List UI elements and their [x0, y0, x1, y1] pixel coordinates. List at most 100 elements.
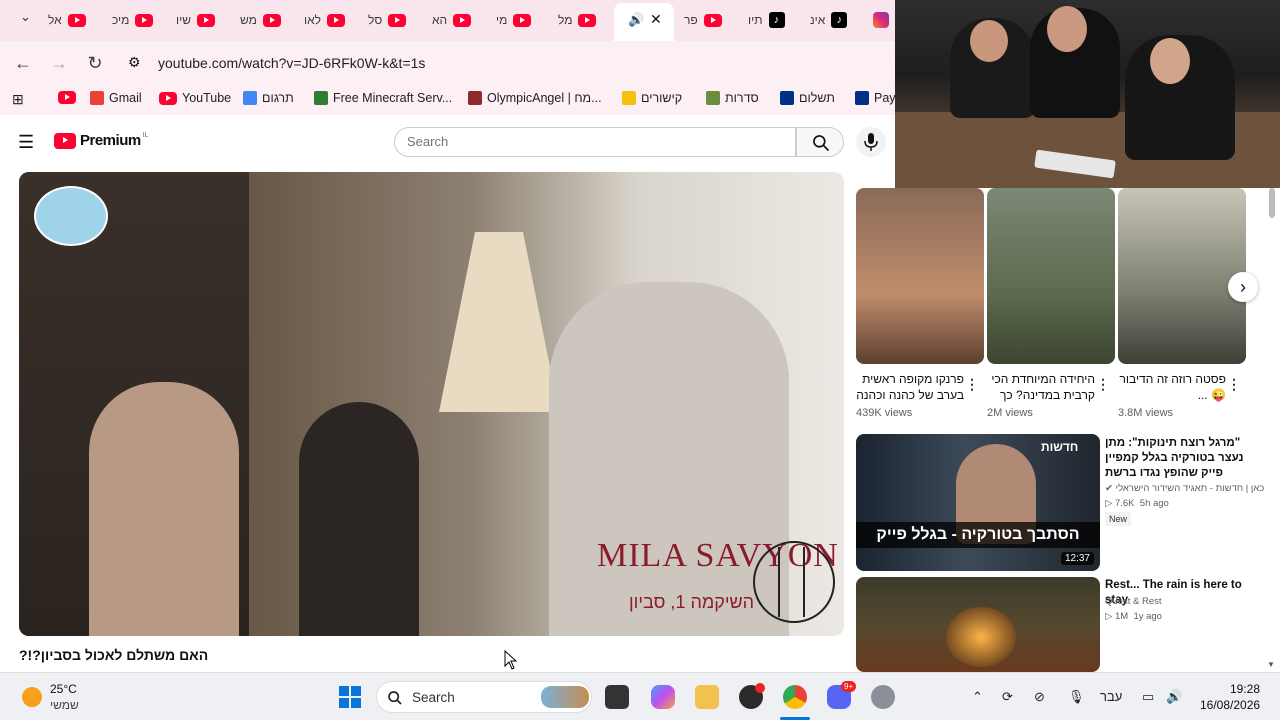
video-scene-person [89, 382, 239, 636]
voice-search-button[interactable] [856, 127, 886, 157]
forward-button[interactable]: → [47, 51, 71, 75]
short-title[interactable]: פרנקו מקופה ראשית בערב של כהנה וכהנה [856, 371, 964, 403]
recommended-stats: ▷ 1M 1y ago [1105, 611, 1162, 622]
bookmark-youtube-favicon[interactable] [58, 91, 76, 104]
back-button[interactable]: ← [11, 51, 35, 75]
bookmark-minecraft[interactable]: Free Minecraft Serv... [314, 91, 452, 105]
page-scrollbar-thumb[interactable] [1269, 188, 1275, 218]
search-box [394, 127, 796, 157]
bookmark-olympicangel[interactable]: OlympicAngel | מח... [468, 91, 602, 105]
bookmark-label: תשלום [799, 91, 835, 105]
bookmark-series[interactable]: סדרות [706, 91, 759, 105]
short-views: 3.8M views [1118, 407, 1174, 419]
sync-icon[interactable]: ⟳ [1002, 689, 1013, 705]
windows-taskbar: 25°C שמשי Search 9+ ⌃ ⟳ ⊘ 🎙 עבר ▭ 🔊 19:2… [0, 672, 1280, 720]
webcam-face [970, 20, 1008, 62]
file-explorer-icon[interactable] [695, 685, 719, 709]
short-title[interactable]: פסטה רוזה זה הדיבור 😜 ... [1118, 371, 1226, 403]
scroll-down-arrow-icon[interactable]: ▼ [1267, 660, 1275, 669]
youtube-premium-logo[interactable]: Premium IL [54, 132, 149, 149]
duration-badge: 12:37 [1060, 552, 1094, 565]
task-view-icon[interactable] [605, 685, 629, 709]
speaker-icon[interactable]: 🔊 [628, 12, 644, 28]
bookmark-links[interactable]: קישורים [622, 91, 682, 105]
webcam-face [1047, 6, 1087, 52]
short-title[interactable]: היחידה המיוחדת הכי קרבית במדינה? כך ... [987, 371, 1095, 403]
short-thumbnail-1[interactable] [856, 188, 984, 364]
tab-search-chevron-icon[interactable]: ⌄ [20, 9, 31, 25]
tab-12[interactable]: ♪ אינ [810, 6, 848, 34]
recommended-thumbnail[interactable]: חדשות הסתבך בטורקיה - בגלל פייק 12:37 [856, 434, 1100, 571]
tab-label: שיו [176, 13, 191, 27]
bookmark-label: קישורים [641, 91, 683, 105]
youtube-logo-icon [54, 132, 76, 149]
tab-8[interactable]: מי [496, 6, 532, 34]
tab-label: תיו [748, 13, 763, 27]
volume-icon[interactable]: 🔊 [1166, 689, 1182, 705]
taskbar-search[interactable]: Search [376, 681, 592, 713]
url-text[interactable]: youtube.com/watch?v=JD-6RFk0W-k&t=1s [158, 55, 425, 71]
tab-5[interactable]: לאו [304, 6, 346, 34]
weather-temp[interactable]: 25°C [50, 682, 77, 696]
short-thumbnail-2[interactable] [987, 188, 1115, 364]
tab-10[interactable]: פר [684, 6, 722, 34]
close-tab-icon[interactable]: ✕ [650, 11, 662, 28]
tab-4[interactable]: מש [240, 6, 281, 34]
tab-label: מל [558, 13, 573, 27]
views-icon: ▷ [1105, 611, 1115, 622]
bookmark-payment[interactable]: תשלום [780, 91, 835, 105]
video-scene-person [299, 402, 419, 636]
active-tab[interactable]: 🔊 ✕ [614, 3, 674, 41]
language-indicator[interactable]: עבר [1100, 689, 1122, 704]
bookmark-paypal[interactable]: Payl [855, 91, 898, 105]
address-bar[interactable]: ⚙ youtube.com/watch?v=JD-6RFk0W-k&t=1s [120, 46, 895, 80]
search-button[interactable] [796, 127, 844, 157]
clock-time[interactable]: 19:28 [1230, 682, 1260, 696]
tab-11[interactable]: ♪ תיו [748, 6, 785, 34]
reload-button[interactable]: ↻ [83, 51, 107, 75]
new-badge: New [1105, 512, 1132, 526]
copilot-icon[interactable] [651, 685, 675, 709]
short-thumbnail-3[interactable] [1118, 188, 1246, 364]
short-views: 439K views [856, 407, 913, 419]
weather-desc[interactable]: שמשי [50, 698, 79, 712]
tab-6[interactable]: סל [368, 6, 407, 34]
video-player[interactable]: MILA SAVYON השיקמה 1, סביון [19, 172, 844, 636]
chrome-icon[interactable] [783, 685, 807, 709]
display-icon[interactable]: ▭ [1142, 689, 1154, 705]
tab-2[interactable]: מיכ [112, 6, 154, 34]
settings-gear-icon[interactable] [871, 685, 895, 709]
weather-sun-icon[interactable] [22, 687, 42, 707]
recommended-channel[interactable]: Quest & Rest [1105, 596, 1162, 607]
recommended-title[interactable]: "מרגל רוצח תינוקות": מתן נעצר בטורקיה בג… [1105, 436, 1255, 481]
recommended-channel-row[interactable]: ✔ כאן | חדשות - תאגיד השידור הישראלי [1105, 483, 1264, 494]
windows-start-icon[interactable] [339, 686, 361, 708]
shorts-next-button[interactable]: › [1228, 272, 1258, 302]
apps-grid-icon[interactable]: ⊞ [12, 91, 24, 108]
tab-1[interactable]: אל [48, 6, 86, 34]
bookmark-gmail[interactable]: Gmail [90, 91, 142, 105]
microphone-icon[interactable]: 🎙 [1068, 689, 1085, 705]
paypal-icon [780, 91, 794, 105]
site-settings-icon[interactable]: ⚙ [128, 54, 141, 71]
clock-date[interactable]: 16/08/2026 [1200, 698, 1260, 712]
bookmark-translate[interactable]: תרגום [243, 91, 294, 105]
tab-13[interactable] [873, 6, 889, 34]
tab-3[interactable]: שיו [176, 6, 215, 34]
thumbnail-label: חדשות [1041, 440, 1079, 454]
show-hidden-icons-chevron-icon[interactable]: ⌃ [972, 689, 983, 705]
tab-7[interactable]: הא [432, 6, 472, 34]
tab-9[interactable]: מל [558, 6, 597, 34]
search-input[interactable] [407, 134, 777, 149]
more-options-icon[interactable]: ⋮ [1096, 376, 1110, 393]
translate-icon [243, 91, 257, 105]
more-options-icon[interactable]: ⋮ [1227, 376, 1241, 393]
recommended-thumbnail[interactable] [856, 577, 1100, 672]
more-options-icon[interactable]: ⋮ [965, 376, 979, 393]
hamburger-menu-icon[interactable]: ☰ [18, 132, 34, 153]
tiktok-favicon-icon: ♪ [831, 12, 848, 28]
recommended-age: 1y ago [1133, 611, 1162, 622]
network-off-icon[interactable]: ⊘ [1034, 689, 1045, 705]
bookmark-youtube[interactable]: YouTube [159, 91, 231, 105]
instagram-favicon-icon [873, 12, 889, 28]
